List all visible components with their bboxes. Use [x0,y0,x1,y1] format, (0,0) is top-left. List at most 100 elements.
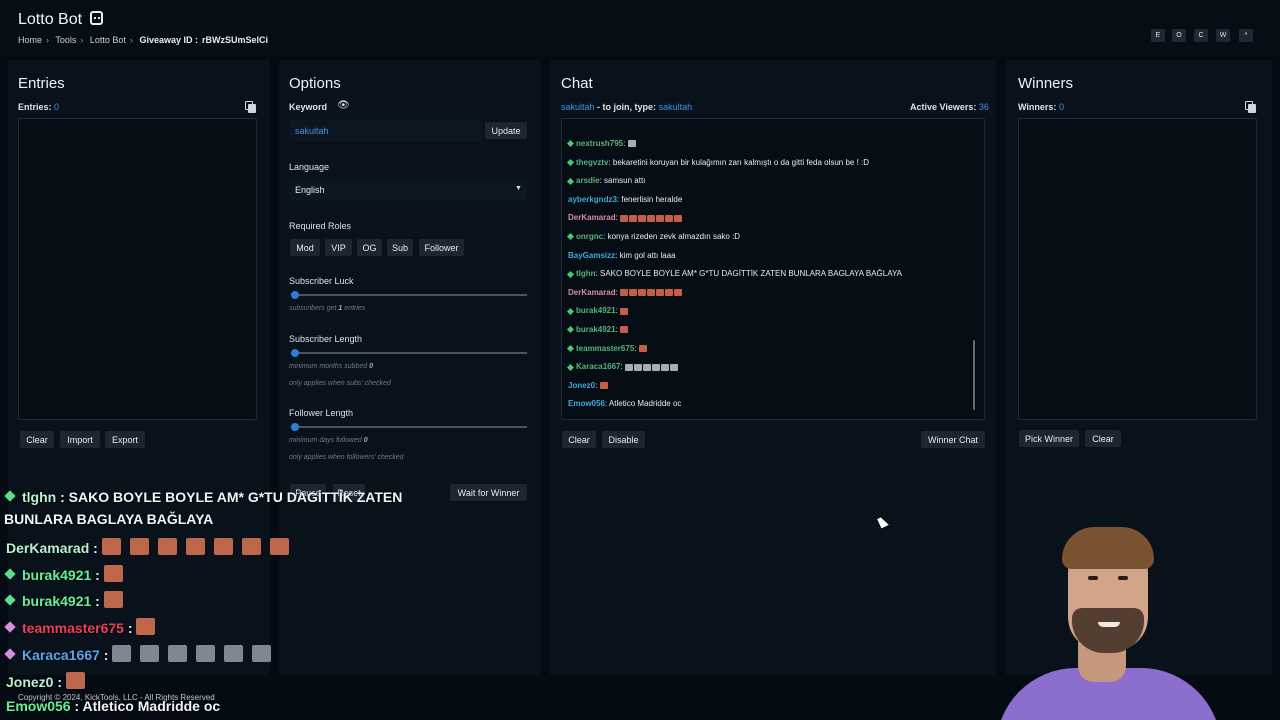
breadcrumb-tools[interactable]: Tools [55,35,76,45]
pick-winner-button[interactable]: Pick Winner [1019,430,1079,447]
role-og-toggle[interactable]: OG [357,239,382,256]
import-button[interactable]: Import [60,431,100,448]
winner-chat-button[interactable]: Winner Chat [921,431,985,448]
chat-text: kim gol attı laaa [619,250,676,260]
overlay-username: Emow056 [6,698,71,714]
chat-username[interactable]: burak4921 [576,325,616,334]
active-viewers: Active Viewers: 36 [910,102,989,112]
hint-text: minimum months subbed [289,363,368,370]
entries-title: Entries [18,75,65,92]
subscriber-length-note: only applies when subs' checked [289,380,391,387]
hint-suffix: entries [344,305,366,312]
emote-icon [651,363,660,371]
eye-icon[interactable]: 👁 [337,100,350,111]
chat-username[interactable]: teammaster675 [576,344,634,353]
follower-length-slider[interactable] [291,423,527,431]
hint-prefix: subscribers get [289,305,337,312]
emote-icon [620,214,629,222]
winners-clear-button[interactable]: Clear [1085,430,1121,447]
chat-username[interactable]: tlghn [576,269,596,278]
chat-message: tlghn: SAKO BOYLE BOYLE AM* G*TU DAGİTTİ… [566,269,902,278]
webcam-hair [1062,527,1154,569]
badge-icon [4,568,16,580]
control-c[interactable]: C [1194,29,1208,42]
chat-text: Atletico Madridde oc [608,399,682,409]
slider-thumb[interactable] [291,291,299,299]
chevron-down-icon: ▼ [515,185,522,192]
entries-list [18,118,257,420]
copy-icon[interactable] [245,101,256,113]
role-mod-toggle[interactable]: Mod [290,239,320,256]
entries-count-label: Entries: [18,102,52,112]
emote-icon [620,307,629,315]
emote-icon [647,214,656,222]
chat-username[interactable]: arsdie [576,176,600,185]
emote-icon [620,326,629,334]
chat-username[interactable]: onrgnc [576,232,603,241]
chat-username[interactable]: burak4921 [576,306,616,315]
chat-disable-button[interactable]: Disable [602,431,645,448]
control-o[interactable]: O [1172,29,1186,42]
chat-username[interactable]: ayberkgndz3 [568,195,617,204]
role-sub-toggle[interactable]: Sub [387,239,413,256]
chat-username[interactable]: Jonez0 [568,381,595,390]
role-follower-toggle[interactable]: Follower [419,239,464,256]
breadcrumb-lotto-bot[interactable]: Lotto Bot [90,35,126,45]
emote-icon [103,564,123,582]
emote-icon [624,363,633,371]
chat-username[interactable]: nextrush795 [576,139,623,148]
chat-username[interactable]: BayGamsizz [568,251,615,260]
badge-icon [566,307,575,315]
overlay-message: burak4921 : [4,564,132,583]
badge-icon [4,648,16,660]
language-select[interactable]: English [289,179,527,201]
emote-icon [224,644,244,662]
emote-icon [213,538,233,555]
emote-icon [241,538,261,555]
emote-icon [674,214,683,222]
chat-message: DerKamarad: [568,213,683,222]
control-w[interactable]: W [1216,29,1230,42]
chat-username[interactable]: DerKamarad [568,213,616,222]
slider-thumb[interactable] [291,349,299,357]
role-vip-toggle[interactable]: VIP [325,239,352,256]
chat-clear-button[interactable]: Clear [562,431,596,448]
chat-scrollbar[interactable] [973,340,975,410]
overlay-username: tlghn [22,489,57,505]
chat-username[interactable]: DerKamarad [568,288,616,297]
subscriber-length-slider[interactable] [291,349,527,357]
chat-join-hint: sakultah - to join, type: sakultah [561,102,692,112]
overlay-message: tlghn : SAKO BOYLE BOYLE AM* G*TU DAGİTT… [4,489,402,505]
update-button[interactable]: Update [485,122,527,139]
emote-icon [669,363,678,371]
export-button[interactable]: Export [105,431,145,448]
badge-icon [566,344,575,353]
wait-for-winner-button[interactable]: Wait for Winner [450,484,527,501]
control-e[interactable]: E [1151,29,1165,42]
overlay-username: burak4921 [22,593,92,610]
emote-icon [168,644,188,662]
overlay-username: Karaca1667 [22,646,100,663]
slider-thumb[interactable] [291,423,299,431]
active-viewers-count: 36 [978,102,989,112]
chat-username[interactable]: Emow056 [568,399,605,408]
entries-clear-button[interactable]: Clear [20,431,54,448]
settings-icon[interactable]: * [1239,29,1253,42]
robot-icon [90,11,103,25]
badge-icon [566,233,575,241]
emote-icon [599,382,608,390]
chat-join-text: - to join, type: [597,102,657,112]
chat-message: Karaca1667: [566,362,679,371]
chat-username[interactable]: Karaca1667 [576,362,620,371]
copy-icon[interactable] [1245,101,1256,113]
keyword-label: Keyword [289,102,328,112]
badge-icon [4,490,16,502]
emote-icon [269,538,289,555]
subscriber-luck-slider[interactable] [291,291,527,299]
keyword-input[interactable]: sakultah [289,120,482,142]
chat-username[interactable]: thegvztv [576,158,608,167]
chat-message: ayberkgndz3: fenerlisin heralde [568,194,683,204]
chat-channel: sakultah [561,102,595,112]
chat-message: burak4921: [566,325,629,334]
breadcrumb-home[interactable]: Home [18,35,42,45]
